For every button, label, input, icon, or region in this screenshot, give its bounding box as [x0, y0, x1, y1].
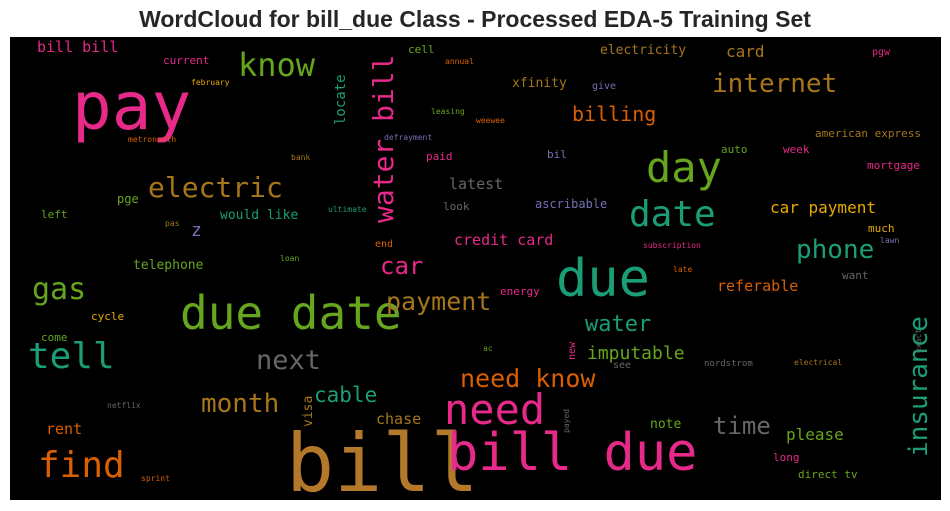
wordcloud-word: weewee — [476, 116, 505, 125]
wordcloud-word: z — [191, 220, 202, 241]
wordcloud-word: nordstrom — [704, 359, 753, 369]
wordcloud-word: ultimate — [328, 205, 367, 214]
wordcloud-word: phone — [796, 235, 875, 265]
wordcloud-word: pgw — [872, 47, 891, 58]
wordcloud-word: auto — [721, 143, 748, 156]
wordcloud-word: date — [629, 194, 716, 235]
wordcloud-word: gas — [32, 272, 87, 307]
wordcloud-word: give — [592, 81, 617, 92]
wordcloud-word: water — [585, 312, 652, 337]
wordcloud-word: billing — [572, 102, 657, 126]
wordcloud-word: netflix — [107, 401, 141, 410]
wordcloud-word: month — [201, 389, 280, 419]
wordcloud-word: electricity — [600, 43, 687, 58]
wordcloud-word: end — [375, 239, 394, 250]
wordcloud-word: bill due — [447, 423, 698, 483]
wordcloud-word: electric — [148, 171, 283, 204]
wordcloud-word: american express — [815, 127, 921, 140]
wordcloud-word: next — [256, 345, 322, 376]
wordcloud-word: chase — [376, 410, 422, 428]
wordcloud-word: see — [613, 360, 632, 371]
wordcloud-word: ac — [483, 344, 493, 353]
wordcloud-word: visa — [301, 395, 316, 427]
wordcloud-word: imputable — [587, 343, 685, 364]
wordcloud-word: paid — [426, 150, 453, 163]
wordcloud-word: look — [443, 200, 470, 213]
wordcloud-word: know — [238, 46, 316, 84]
wordcloud-word: ascribable — [535, 197, 608, 211]
wordcloud-word: leasing — [431, 107, 465, 116]
wordcloud-word: cycle — [91, 310, 125, 323]
wordcloud-word: mortgage — [867, 159, 920, 172]
wordcloud-word: card — [726, 42, 765, 61]
wordcloud-word: bank — [291, 153, 311, 162]
wordcloud-word: xfinity — [512, 76, 567, 91]
wordcloud-word: long — [773, 451, 800, 464]
wordcloud-word: electrical — [794, 358, 843, 367]
wordcloud-word: week — [783, 143, 810, 156]
wordcloud-word: need — [444, 385, 546, 434]
wordcloud-word: pas — [165, 219, 180, 228]
wordcloud-word: cable — [314, 383, 378, 407]
wordcloud-canvas: bill pay due bill due due date need day find tel… — [10, 37, 941, 500]
wordcloud-word: cell — [408, 43, 435, 56]
wordcloud-word: due date — [180, 286, 402, 340]
wordcloud-word: latest — [449, 175, 504, 193]
wordcloud-word: bil — [547, 148, 567, 161]
wordcloud-word: late — [673, 265, 693, 274]
wordcloud-word: internet — [712, 69, 838, 99]
wordcloud-word: find — [38, 445, 125, 486]
wordcloud-word: telephone — [133, 258, 204, 273]
wordcloud-word: loan — [280, 254, 300, 263]
chart-title: WordCloud for bill_due Class - Processed… — [139, 6, 811, 32]
wordcloud-word: energy — [500, 285, 540, 298]
wordcloud-word: bill bill — [37, 38, 119, 56]
wordcloud-word: due — [556, 249, 650, 309]
wordcloud-word: locate — [333, 74, 349, 125]
wordcloud-word: lawn — [880, 236, 900, 245]
wordcloud-word: would like — [220, 208, 299, 223]
wordcloud-word: direct tv — [798, 468, 858, 481]
wordcloud-word: subscription — [643, 241, 701, 250]
wordcloud-word: time — [713, 412, 771, 440]
wordcloud-word: exact — [914, 328, 923, 353]
wordcloud-word: want — [842, 269, 869, 282]
wordcloud-word: please — [786, 425, 844, 444]
wordcloud-word: need know — [460, 364, 596, 393]
wordcloud-word: rent — [46, 420, 83, 438]
wordcloud-word: current — [163, 54, 210, 67]
wordcloud-word: payed — [562, 408, 571, 433]
wordcloud-word: come — [41, 331, 68, 344]
wordcloud-word: much — [868, 222, 895, 235]
wordcloud-word: sprint — [141, 474, 170, 483]
wordcloud-word: car — [380, 252, 424, 280]
wordcloud-word: annual — [445, 57, 474, 66]
wordcloud-word: payment — [386, 287, 492, 316]
wordcloud-word: tell — [28, 336, 115, 377]
wordcloud-word: pay — [72, 68, 192, 145]
wordcloud-word: note — [650, 417, 682, 432]
wordcloud-word: defrayment — [384, 133, 433, 142]
wordcloud-word: metronorth — [128, 135, 177, 144]
wordcloud-word: referable — [717, 277, 799, 295]
wordcloud-word: new — [567, 341, 578, 360]
wordcloud-word: pge — [117, 192, 139, 206]
wordcloud-word: credit card — [454, 231, 554, 249]
wordcloud-word: february — [191, 78, 230, 87]
wordcloud-word: left — [41, 208, 68, 221]
wordcloud-word: car payment — [770, 198, 876, 217]
wordcloud-word: day — [646, 143, 722, 192]
